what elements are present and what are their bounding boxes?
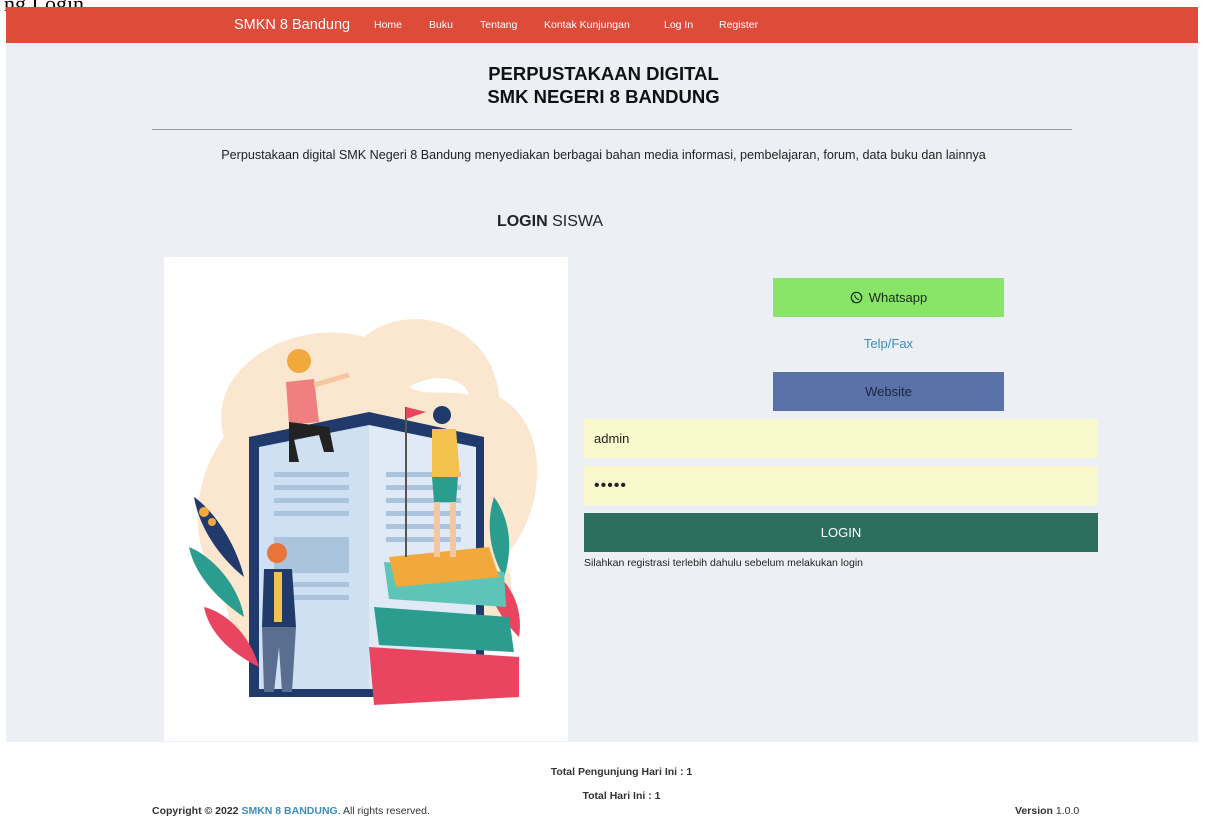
- website-button[interactable]: Website: [773, 372, 1004, 411]
- library-illustration: [164, 257, 568, 741]
- nav-link-log-in[interactable]: Log In: [664, 19, 693, 31]
- nav-link-tentang[interactable]: Tentang: [480, 19, 517, 31]
- login-button[interactable]: LOGIN: [584, 513, 1098, 552]
- password-input[interactable]: [584, 466, 1098, 505]
- footer-version: Version 1.0.0: [1015, 805, 1079, 817]
- top-navbar: SMKN 8 Bandung Home Buku Tentang Kontak …: [6, 7, 1198, 43]
- page-description: Perpustakaan digital SMK Negeri 8 Bandun…: [221, 148, 986, 162]
- registration-helper-text: Silahkan registrasi terlebih dahulu sebe…: [584, 557, 863, 569]
- page-title: PERPUSTAKAAN DIGITAL SMK NEGERI 8 BANDUN…: [0, 63, 1207, 108]
- whatsapp-icon: [850, 291, 863, 304]
- nav-link-kontak-kunjungan[interactable]: Kontak Kunjungan: [544, 19, 630, 31]
- footer-copyright: Copyright © 2022 SMKN 8 BANDUNG. All rig…: [152, 805, 430, 817]
- copyright-org-link[interactable]: SMKN 8 BANDUNG: [241, 805, 337, 817]
- total-today: Total Hari Ini : 1: [582, 790, 661, 802]
- telp-fax-link[interactable]: Telp/Fax: [773, 336, 1004, 351]
- illustration-art: [189, 317, 538, 705]
- login-heading: LOGIN SISWA: [0, 213, 1100, 231]
- page-title-line1: PERPUSTAKAAN DIGITAL: [488, 63, 719, 84]
- visitors-today: Total Pengunjung Hari Ini : 1: [550, 766, 693, 778]
- version-number: 1.0.0: [1055, 805, 1080, 817]
- nav-link-buku[interactable]: Buku: [429, 19, 453, 31]
- whatsapp-button[interactable]: Whatsapp: [773, 278, 1004, 317]
- title-divider: [152, 129, 1072, 130]
- page-title-line2: SMK NEGERI 8 BANDUNG: [487, 85, 720, 107]
- login-heading-bold: LOGIN: [496, 213, 548, 230]
- copyright-prefix: Copyright © 2022: [152, 805, 239, 817]
- nav-link-register[interactable]: Register: [719, 19, 758, 31]
- version-label: Version: [1015, 805, 1053, 817]
- nav-link-home[interactable]: Home: [374, 19, 402, 31]
- login-heading-rest: SISWA: [547, 213, 604, 230]
- navbar-brand[interactable]: SMKN 8 Bandung: [234, 17, 350, 33]
- username-input[interactable]: [584, 419, 1098, 458]
- whatsapp-button-label: Whatsapp: [868, 290, 928, 305]
- copyright-suffix: . All rights reserved.: [337, 805, 430, 817]
